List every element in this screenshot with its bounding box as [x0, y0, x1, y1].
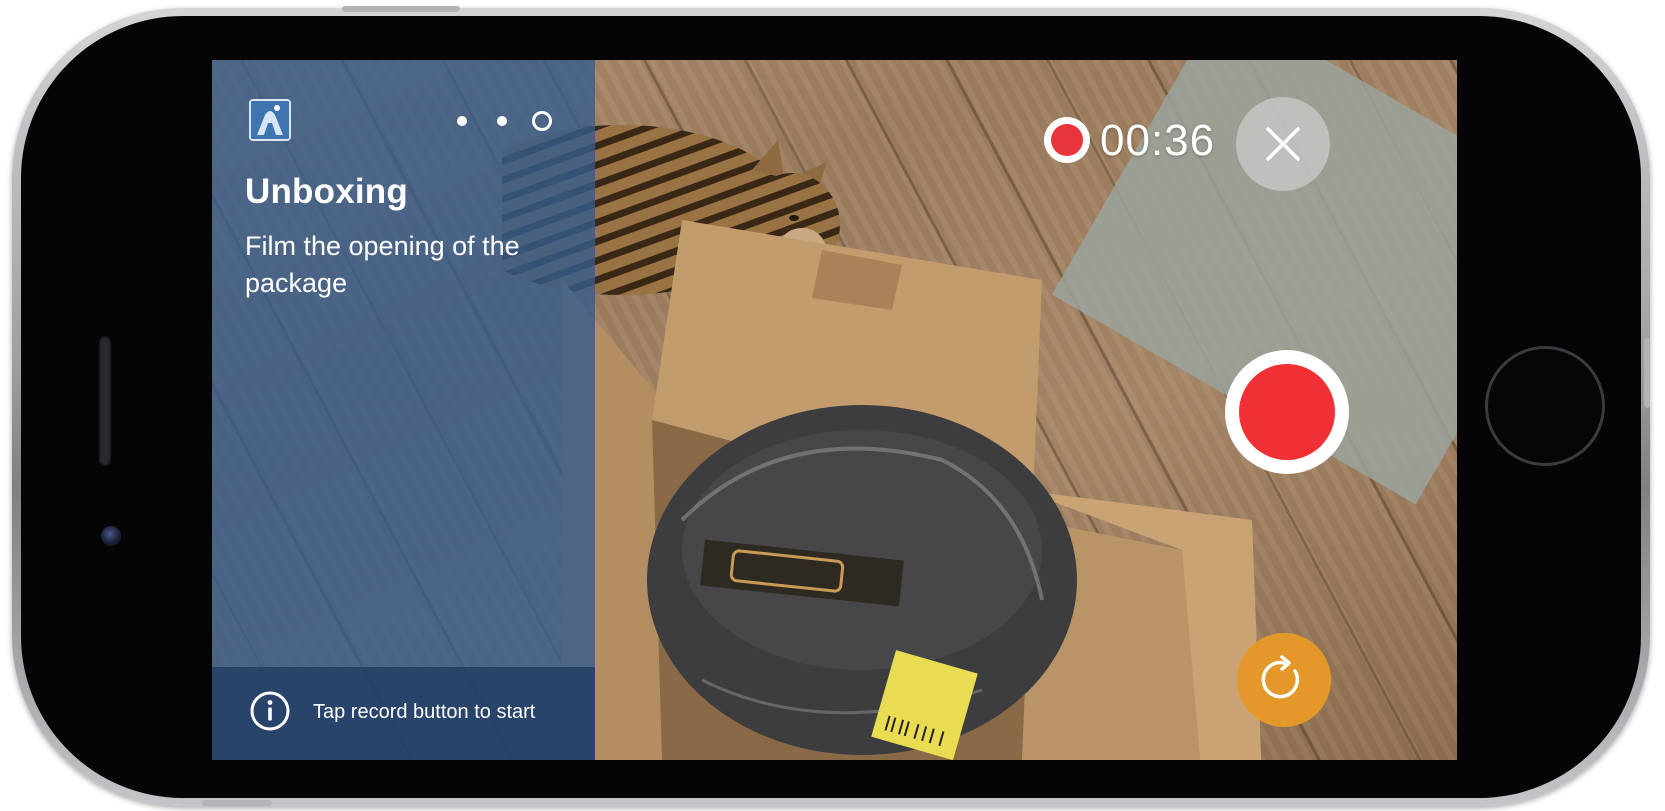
page-indicator: [457, 111, 557, 131]
camera-viewfinder: Unboxing Film the opening of the package…: [212, 60, 1457, 760]
reset-button[interactable]: [1237, 633, 1331, 727]
power-button: [1644, 338, 1650, 408]
app-logo-icon: [249, 99, 291, 141]
close-icon: [1266, 127, 1300, 161]
rotate-icon: [1261, 655, 1300, 699]
instruction-panel: Unboxing Film the opening of the package…: [212, 60, 595, 760]
record-button[interactable]: [1225, 350, 1349, 474]
close-button[interactable]: [1236, 97, 1330, 191]
page-dot: [497, 116, 507, 126]
step-description: Film the opening of the package: [245, 231, 520, 298]
earpiece-speaker: [99, 336, 111, 466]
front-camera: [101, 526, 121, 546]
info-icon[interactable]: [249, 690, 291, 732]
step-title: Unboxing: [245, 172, 408, 211]
recording-indicator-icon: [1044, 117, 1090, 163]
hint-text: Tap record button to start: [313, 701, 536, 723]
volume-button: [342, 6, 460, 12]
hint-bar: Tap record button to start: [212, 667, 595, 760]
recording-timer: 00:36: [1100, 116, 1216, 165]
page-dot-active: [532, 111, 552, 131]
mute-switch: [202, 800, 272, 806]
home-button[interactable]: [1485, 346, 1605, 466]
page-dot: [457, 116, 467, 126]
record-icon: [1239, 364, 1335, 460]
